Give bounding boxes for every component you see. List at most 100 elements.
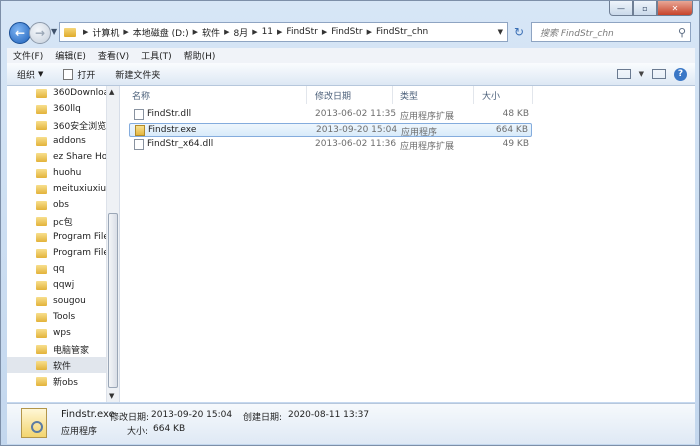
scroll-up-icon[interactable]: ▲ [109, 88, 114, 96]
nav-folder-label: obs [53, 200, 69, 210]
scrollbar-thumb[interactable] [108, 213, 118, 388]
file-modified: 2013-06-02 11:35 [315, 109, 397, 119]
nav-folder-item[interactable]: Program Files [7, 229, 114, 245]
file-name: FindStr.dll [147, 109, 192, 119]
back-button[interactable]: ← [9, 22, 31, 44]
breadcrumb-separator-icon[interactable]: ▶ [367, 28, 372, 36]
minimize-button[interactable]: — [609, 1, 633, 16]
nav-folder-item[interactable]: obs [7, 197, 69, 213]
nav-folder-item[interactable]: wps [7, 325, 71, 341]
breadcrumb-item[interactable]: 8月 [233, 26, 248, 39]
file-row[interactable]: FindStr.dll 2013-06-02 11:35 应用程序扩展 48 KB [129, 108, 532, 122]
detail-modified-value: 2013-09-20 15:04 [151, 410, 233, 420]
menu-item[interactable]: 工具(T) [135, 49, 178, 62]
chevron-down-icon[interactable]: ▼ [498, 28, 503, 36]
nav-folder-item[interactable]: ez Share Hom [7, 149, 116, 165]
file-modified: 2013-06-02 11:36 [315, 139, 397, 149]
menu-item[interactable]: 编辑(E) [49, 49, 92, 62]
refresh-button[interactable]: ↻ [511, 22, 527, 42]
help-icon[interactable]: ? [674, 67, 687, 81]
nav-folder-label: 360llq [53, 104, 81, 114]
column-type[interactable]: 类型 [400, 89, 418, 102]
breadcrumb-separator-icon[interactable]: ▶ [193, 28, 198, 36]
recent-pages-dropdown[interactable]: ▼ [51, 27, 57, 36]
organize-label: 组织 [17, 70, 36, 81]
nav-folder-item[interactable]: qqwj [7, 277, 74, 293]
folder-icon [36, 88, 47, 98]
forward-button[interactable]: → [29, 22, 51, 44]
nav-folder-item[interactable]: 360Downloads [7, 86, 119, 101]
address-bar[interactable]: ▶ 计算机 ▶ 本地磁盘 (D:) ▶ 软件 ▶ 8月 ▶ 11 ▶ FindStr ▶ FindStr ▶… [59, 22, 508, 42]
folder-icon [36, 280, 47, 290]
preview-pane-icon[interactable] [652, 69, 666, 79]
file-type: 应用程序 [401, 128, 438, 138]
column-modified[interactable]: 修改日期 [315, 89, 351, 102]
nav-folder-item[interactable]: 新obs [7, 373, 78, 389]
nav-folder-item[interactable]: 电脑管家 [7, 341, 89, 357]
nav-folder-item[interactable]: addons [7, 133, 86, 149]
window-controls: — ▫ ✕ [609, 1, 693, 16]
navigation-scrollbar[interactable]: ▲ ▼ [106, 86, 119, 402]
nav-folder-label: 电脑管家 [53, 345, 90, 356]
nav-folder-item[interactable]: Tools [7, 309, 75, 325]
new-folder-button[interactable]: 新建文件夹 [105, 68, 170, 81]
folder-icon [36, 296, 47, 306]
menu-item[interactable]: 查看(V) [92, 49, 135, 62]
file-list: 名称 修改日期 类型 大小 FindStr.dll 2013-06-02 11:3… [120, 86, 695, 402]
menu-item[interactable]: 文件(F) [7, 49, 49, 62]
folder-icon [36, 248, 47, 258]
breadcrumb-item[interactable]: FindStr [331, 27, 362, 37]
breadcrumb-separator-icon[interactable]: ▶ [252, 28, 257, 36]
breadcrumb-item[interactable]: 软件 [202, 26, 220, 39]
file-row[interactable]: Findstr.exe 2013-09-20 15:04 应用程序 664 KB [129, 123, 532, 138]
nav-folder-label: Tools [53, 312, 76, 322]
breadcrumb-separator-icon[interactable]: ▶ [83, 28, 88, 36]
dll-file-icon [134, 139, 144, 150]
nav-folder-item[interactable]: huohu [7, 165, 81, 181]
nav-folder-item[interactable]: sougou [7, 293, 86, 309]
column-divider [532, 86, 533, 104]
scroll-down-icon[interactable]: ▼ [109, 392, 114, 400]
nav-folder-item[interactable]: qq [7, 261, 64, 277]
organize-button[interactable]: 组织 ▼ [7, 68, 53, 81]
open-label: 打开 [77, 70, 96, 81]
exe-file-icon [135, 125, 145, 136]
breadcrumb-separator-icon[interactable]: ▶ [123, 28, 128, 36]
column-size[interactable]: 大小 [482, 89, 500, 102]
search-icon[interactable]: ⚲ [678, 26, 686, 39]
view-options-icon[interactable] [616, 69, 631, 79]
breadcrumb-item[interactable]: 11 [262, 27, 273, 37]
breadcrumb-separator-icon[interactable]: ▶ [224, 28, 229, 36]
folder-icon [36, 264, 47, 274]
folder-icon [36, 312, 47, 322]
breadcrumb-item[interactable]: 本地磁盘 (D:) [133, 26, 189, 39]
breadcrumb-separator-icon[interactable]: ▶ [322, 28, 327, 36]
open-button[interactable]: 打开 [53, 68, 105, 81]
column-header: 名称 修改日期 类型 大小 [120, 86, 695, 104]
nav-folder-item[interactable]: Program Files [7, 245, 114, 261]
search-placeholder: 搜索 FindStr_chn [540, 28, 614, 39]
address-row: ← → ▼ ▶ 计算机 ▶ 本地磁盘 (D:) ▶ 软件 ▶ 8月 ▶ 11 ▶ FindStr ▶ Fi… [7, 21, 695, 47]
nav-folder-item[interactable]: 360llq [7, 101, 81, 117]
menu-item[interactable]: 帮助(H) [178, 49, 222, 62]
nav-folder-item[interactable]: 软件 [7, 357, 107, 373]
breadcrumb-separator-icon[interactable]: ▶ [277, 28, 282, 36]
file-type: 应用程序扩展 [400, 112, 455, 122]
column-divider [473, 86, 474, 104]
nav-folder-item[interactable]: pc包 [7, 213, 73, 229]
column-name[interactable]: 名称 [132, 89, 150, 102]
nav-folder-label: qq [53, 264, 65, 274]
breadcrumb-item[interactable]: FindStr [286, 27, 317, 37]
breadcrumb-item[interactable]: FindStr_chn [376, 27, 428, 37]
nav-folder-label: pc包 [53, 217, 73, 228]
folder-icon [36, 328, 47, 338]
maximize-button[interactable]: ▫ [633, 1, 657, 16]
close-button[interactable]: ✕ [657, 1, 693, 16]
search-input[interactable]: 搜索 FindStr_chn ⚲ [531, 22, 691, 42]
file-size: 49 KB [502, 139, 529, 149]
breadcrumb-item[interactable]: 计算机 [92, 26, 119, 39]
chevron-down-icon[interactable]: ▼ [639, 70, 644, 78]
file-row[interactable]: FindStr_x64.dll 2013-06-02 11:36 应用程序扩展 49 … [129, 138, 532, 152]
nav-folder-item[interactable]: 360安全浏览器 [7, 117, 115, 133]
nav-folder-item[interactable]: meituxiuxiu [7, 181, 106, 197]
